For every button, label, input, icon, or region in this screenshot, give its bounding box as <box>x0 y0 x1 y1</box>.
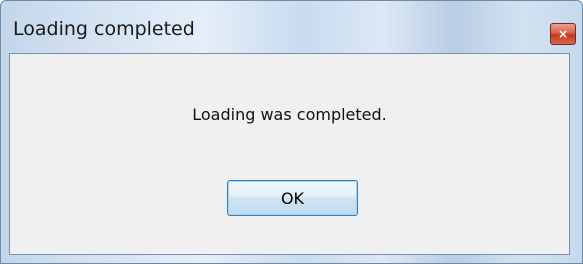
title-bar[interactable]: Loading completed × <box>1 1 582 53</box>
dialog-window: Loading completed × Loading was complete… <box>0 0 583 264</box>
ok-button[interactable]: OK <box>227 180 358 216</box>
dialog-message: Loading was completed. <box>192 105 387 124</box>
dialog-content: Loading was completed. OK <box>9 53 570 255</box>
close-button[interactable]: × <box>550 23 576 45</box>
window-title: Loading completed <box>13 18 195 40</box>
close-icon: × <box>557 27 569 41</box>
